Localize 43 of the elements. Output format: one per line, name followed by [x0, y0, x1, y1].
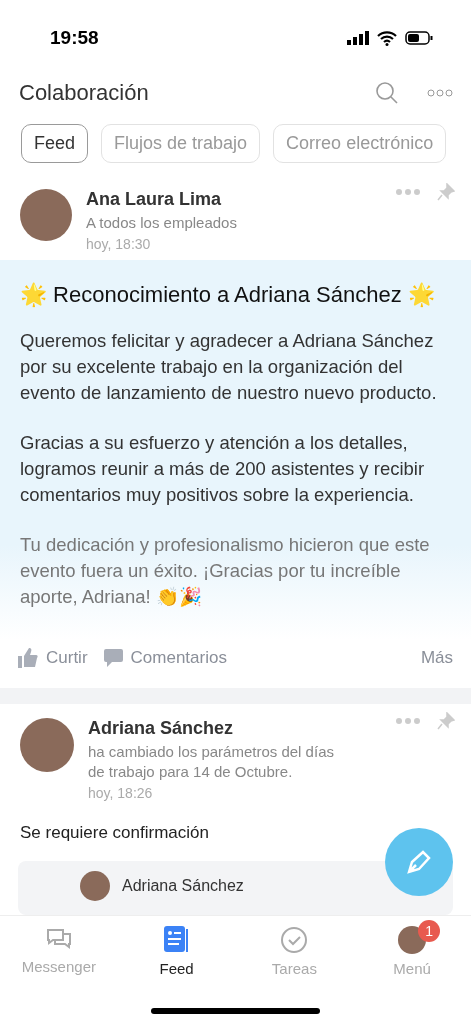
post-title: 🌟 Reconocimiento a Adriana Sánchez 🌟 [20, 281, 436, 309]
avatar [80, 871, 110, 901]
filter-tab[interactable]: Flujos de trabajo [101, 124, 261, 163]
nav-tab[interactable]: Tareas [235, 916, 354, 1024]
post-time: hoy, 18:30 [86, 236, 151, 252]
notification-badge: 1 [418, 920, 441, 942]
like-button[interactable]: Curtir [18, 648, 88, 668]
comments-button[interactable]: Comentarios [103, 648, 227, 668]
post-paragraph: Tu dedicación y profesionalismo hicieron que este evento fuera un éxito. ¡Gracias por tu increíble aporte, Adriana! 👏🎉 [20, 533, 431, 609]
card-author: Adriana Sánchez [122, 877, 244, 895]
post-audience: ha cambiado los parámetros del días de trabajo para 14 de Octubre. [88, 742, 335, 782]
wifi-icon [377, 30, 397, 46]
author-name: Ana Laura Lima [86, 189, 222, 210]
pen-icon [405, 848, 433, 876]
feed-icon [163, 926, 190, 954]
confirmation-note: Se requiere confirmación [19, 822, 210, 844]
more-icon[interactable] [395, 188, 421, 196]
search-icon[interactable] [375, 81, 399, 105]
more-link[interactable]: Más [420, 648, 453, 668]
speech-bubble-icon [103, 649, 123, 667]
pin-icon[interactable] [437, 183, 455, 201]
pin-icon[interactable] [437, 712, 455, 730]
post-audience: A todos los empleados [86, 213, 237, 233]
clock: 19:58 [50, 27, 99, 49]
check-circle-icon [280, 926, 309, 954]
avatar [20, 189, 72, 241]
post-time: hoy, 18:26 [88, 785, 153, 801]
more-icon[interactable] [395, 717, 421, 725]
nav-tab[interactable]: 1 Menú [353, 916, 471, 1024]
post-paragraph: Queremos felicitar y agradecer a Adriana Sánchez por su excelente trabajo en la organización del evento de lanzamiento de nuestro nuevo producto. [20, 329, 438, 405]
thumbs-up-icon [18, 648, 38, 668]
filter-tab[interactable]: Feed [21, 124, 89, 163]
avatar [398, 926, 427, 954]
author-name: Adriana Sánchez [88, 718, 234, 739]
battery-icon [405, 31, 433, 45]
avatar [20, 718, 74, 772]
chat-icon [44, 926, 73, 952]
signal-icon [347, 31, 369, 45]
more-icon[interactable] [427, 89, 453, 97]
page-title: Colaboración [19, 80, 150, 106]
post-paragraph: Gracias a su esfuerzo y atención a los detalles, logramos reunir a más de 200 asistentes y recibir comentarios muy positivos sobre la experiencia. [20, 431, 426, 507]
nav-tab[interactable]: Messenger [0, 916, 118, 1024]
filter-tab[interactable]: Correo electrónico [273, 124, 447, 163]
